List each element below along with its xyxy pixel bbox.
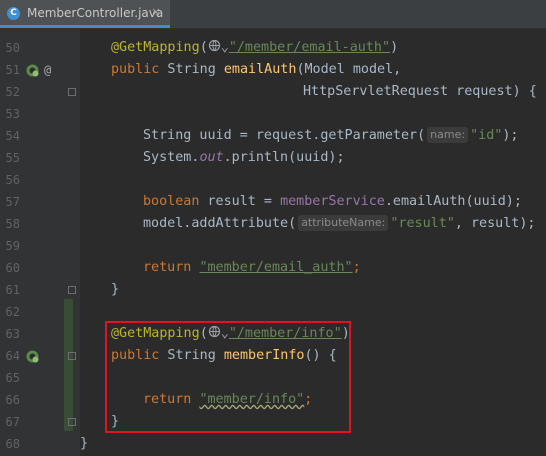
code-line: 58 model.addAttribute(attributeName: "res…	[0, 213, 546, 235]
code-line: 54 String uuid = request.getParameter(na…	[0, 125, 546, 147]
close-icon[interactable]: ×	[151, 5, 161, 19]
line-number: 52	[5, 85, 20, 99]
code-text: String uuid = request.getParameter(name:…	[143, 127, 519, 143]
fold-marker-icon[interactable]	[68, 418, 76, 426]
code-line: 57 boolean result = memberService.emailA…	[0, 191, 546, 213]
request-mapping-icon[interactable]: @	[44, 59, 51, 81]
param-hint: name:	[427, 127, 469, 143]
line-number: 57	[5, 195, 20, 209]
code-text: System.out.println(uuid);	[143, 150, 345, 165]
line-number: 58	[5, 217, 20, 231]
param-hint: attributeName:	[298, 215, 389, 231]
line-number: 51	[5, 63, 20, 77]
line-number: 55	[5, 151, 20, 165]
tab-membercontroller[interactable]: C MemberController.java ×	[0, 0, 170, 28]
code-line: 60 return "member/email_auth";	[0, 257, 546, 279]
code-line: 68 }	[0, 433, 546, 455]
line-number: 59	[5, 239, 20, 253]
tab-label: MemberController.java	[27, 6, 164, 20]
web-endpoint-icon[interactable]	[208, 39, 221, 52]
line-number: 63	[5, 327, 20, 341]
editor-tab-bar: C MemberController.java ×	[0, 0, 546, 29]
line-number: 56	[5, 173, 20, 187]
code-line: 62	[0, 301, 546, 323]
code-line: 55 System.out.println(uuid);	[0, 147, 546, 169]
code-text: }	[80, 436, 89, 451]
code-line: 56	[0, 169, 546, 191]
line-number: 54	[5, 129, 20, 143]
code-editor[interactable]: 50 @GetMapping(⌄"/member/email-auth") 51…	[0, 29, 546, 456]
line-number: 65	[5, 371, 20, 385]
line-number: 60	[5, 261, 20, 275]
fold-marker-icon[interactable]	[68, 286, 76, 294]
code-line: 61 }	[0, 279, 546, 301]
code-line: 51 @ public String emailAuth(Model model…	[0, 59, 546, 81]
line-number: 64	[5, 349, 20, 363]
highlight-box	[105, 321, 351, 433]
code-text: HttpServletRequest request) {	[303, 84, 537, 99]
code-text: boolean result = memberService.emailAuth…	[143, 194, 522, 209]
code-text: }	[111, 282, 120, 297]
spring-endpoint-icon[interactable]	[26, 64, 39, 77]
code-text: public String emailAuth(Model model,	[111, 62, 402, 77]
line-number: 50	[5, 41, 20, 55]
java-class-icon: C	[7, 7, 20, 20]
fold-marker-icon[interactable]	[68, 352, 76, 360]
line-number: 68	[5, 437, 20, 451]
line-number: 53	[5, 107, 20, 121]
code-line: 53	[0, 103, 546, 125]
code-text: model.addAttribute(attributeName: "result…	[143, 215, 536, 231]
code-text: @GetMapping(⌄"/member/email-auth")	[111, 39, 399, 55]
line-number: 62	[5, 305, 20, 319]
code-line: 50 @GetMapping(⌄"/member/email-auth")	[0, 37, 546, 59]
fold-marker-icon[interactable]	[68, 88, 76, 96]
code-text: return "member/email_auth";	[143, 260, 361, 275]
code-line: 52 HttpServletRequest request) {	[0, 81, 546, 103]
line-number: 66	[5, 393, 20, 407]
line-number: 61	[5, 283, 20, 297]
line-number: 67	[5, 415, 20, 429]
spring-endpoint-icon[interactable]	[26, 350, 39, 363]
code-line: 59	[0, 235, 546, 257]
